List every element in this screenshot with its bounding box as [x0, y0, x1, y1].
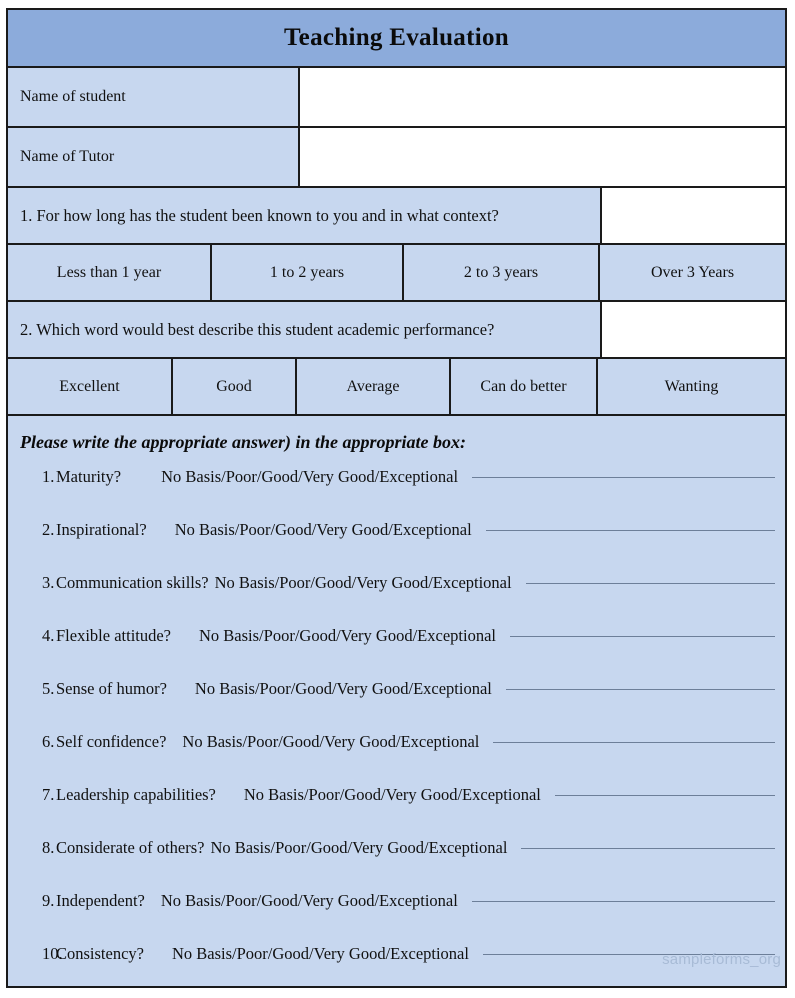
list-item: 5. Sense of humor? No Basis/Poor/Good/Ve…: [18, 679, 775, 732]
item-trait: Independent?: [56, 891, 145, 910]
option-less-than-1-year[interactable]: Less than 1 year: [8, 245, 210, 300]
question-1-prompt: 1. For how long has the student been kno…: [8, 188, 600, 243]
table-row-name-of-tutor: Name of Tutor: [8, 128, 785, 188]
question-1-options-row: Less than 1 year 1 to 2 years 2 to 3 yea…: [8, 245, 785, 302]
page-title: Teaching Evaluation: [284, 24, 509, 51]
item-answer-line[interactable]: [505, 688, 775, 690]
item-scale: No Basis/Poor/Good/Very Good/Exceptional: [161, 467, 459, 486]
item-trait: Self confidence?: [56, 732, 167, 751]
item-answer-line[interactable]: [509, 635, 775, 637]
item-number: 1.: [42, 467, 55, 486]
item-scale: No Basis/Poor/Good/Very Good/Exceptional: [160, 891, 458, 910]
table-row-question-1: 1. For how long has the student been kno…: [8, 188, 785, 245]
teaching-evaluation-form: Teaching Evaluation Name of student Name…: [6, 8, 787, 988]
item-answer-line[interactable]: [471, 900, 775, 902]
item-scale: No Basis/Poor/Good/Very Good/Exceptional: [194, 679, 492, 698]
question-1-answer-input[interactable]: [600, 188, 785, 243]
list-item: 10. Consistency? No Basis/Poor/Good/Very…: [18, 944, 775, 997]
rating-instruction: Please write the appropriate answer) in …: [20, 432, 467, 452]
table-row-name-of-student: Name of student: [8, 68, 785, 128]
option-can-do-better[interactable]: Can do better: [449, 359, 596, 414]
question-2-options-row: Excellent Good Average Can do better Wan…: [8, 359, 785, 416]
item-scale: No Basis/Poor/Good/Very Good/Exceptional: [174, 520, 472, 539]
input-name-of-tutor[interactable]: [298, 128, 785, 186]
item-trait: Inspirational?: [56, 520, 147, 539]
item-number: 5.: [42, 679, 55, 698]
list-item: 3. Communication skills? No Basis/Poor/G…: [18, 573, 775, 626]
item-scale: No Basis/Poor/Good/Very Good/Exceptional: [243, 785, 541, 804]
option-good[interactable]: Good: [171, 359, 295, 414]
item-number: 9.: [42, 891, 55, 910]
option-over-3-years[interactable]: Over 3 Years: [598, 245, 785, 300]
item-number: 2.: [42, 520, 55, 539]
item-scale: No Basis/Poor/Good/Very Good/Exceptional: [210, 838, 508, 857]
form-title-bar: Teaching Evaluation: [8, 10, 785, 68]
item-answer-line[interactable]: [525, 582, 775, 584]
item-answer-line[interactable]: [482, 953, 775, 955]
item-answer-line[interactable]: [472, 476, 775, 478]
item-number: 6.: [42, 732, 55, 751]
input-name-of-student[interactable]: [298, 68, 785, 126]
list-item: 2. Inspirational? No Basis/Poor/Good/Ver…: [18, 520, 775, 573]
item-trait: Considerate of others?: [56, 838, 205, 857]
option-average[interactable]: Average: [295, 359, 449, 414]
option-wanting[interactable]: Wanting: [596, 359, 785, 414]
label-name-of-tutor: Name of Tutor: [8, 128, 298, 186]
item-trait: Communication skills?: [56, 573, 209, 592]
item-trait: Sense of humor?: [56, 679, 167, 698]
item-trait: Consistency?: [56, 944, 144, 963]
item-number: 3.: [42, 573, 55, 592]
rating-item-list: 1. Maturity? No Basis/Poor/Good/Very Goo…: [18, 467, 775, 997]
list-item: 8. Considerate of others? No Basis/Poor/…: [18, 838, 775, 891]
item-scale: No Basis/Poor/Good/Very Good/Exceptional: [172, 944, 469, 963]
option-excellent[interactable]: Excellent: [8, 359, 171, 414]
list-item: 7. Leadership capabilities? No Basis/Poo…: [18, 785, 775, 838]
item-scale: No Basis/Poor/Good/Very Good/Exceptional: [214, 573, 512, 592]
list-item: 1. Maturity? No Basis/Poor/Good/Very Goo…: [18, 467, 775, 520]
item-number: 7.: [42, 785, 55, 804]
item-number: 4.: [42, 626, 55, 645]
list-item: 9. Independent? No Basis/Poor/Good/Very …: [18, 891, 775, 944]
item-trait: Leadership capabilities?: [56, 785, 216, 804]
item-number: 8.: [42, 838, 55, 857]
label-name-of-student: Name of student: [8, 68, 298, 126]
item-scale: No Basis/Poor/Good/Very Good/Exceptional: [199, 626, 496, 645]
item-number: 10.: [42, 944, 63, 963]
table-row-question-2: 2. Which word would best describe this s…: [8, 302, 785, 359]
item-answer-line[interactable]: [485, 529, 775, 531]
item-trait: Maturity?: [56, 467, 122, 486]
rating-section: Please write the appropriate answer) in …: [8, 416, 785, 976]
item-answer-line[interactable]: [493, 741, 775, 743]
question-2-answer-input[interactable]: [600, 302, 785, 357]
item-answer-line[interactable]: [521, 847, 775, 849]
question-2-prompt: 2. Which word would best describe this s…: [8, 302, 600, 357]
option-2-to-3-years[interactable]: 2 to 3 years: [402, 245, 598, 300]
list-item: 6. Self confidence? No Basis/Poor/Good/V…: [18, 732, 775, 785]
list-item: 4. Flexible attitude? No Basis/Poor/Good…: [18, 626, 775, 679]
item-trait: Flexible attitude?: [56, 626, 172, 645]
option-1-to-2-years[interactable]: 1 to 2 years: [210, 245, 402, 300]
item-scale: No Basis/Poor/Good/Very Good/Exceptional: [182, 732, 480, 751]
item-answer-line[interactable]: [554, 794, 775, 796]
